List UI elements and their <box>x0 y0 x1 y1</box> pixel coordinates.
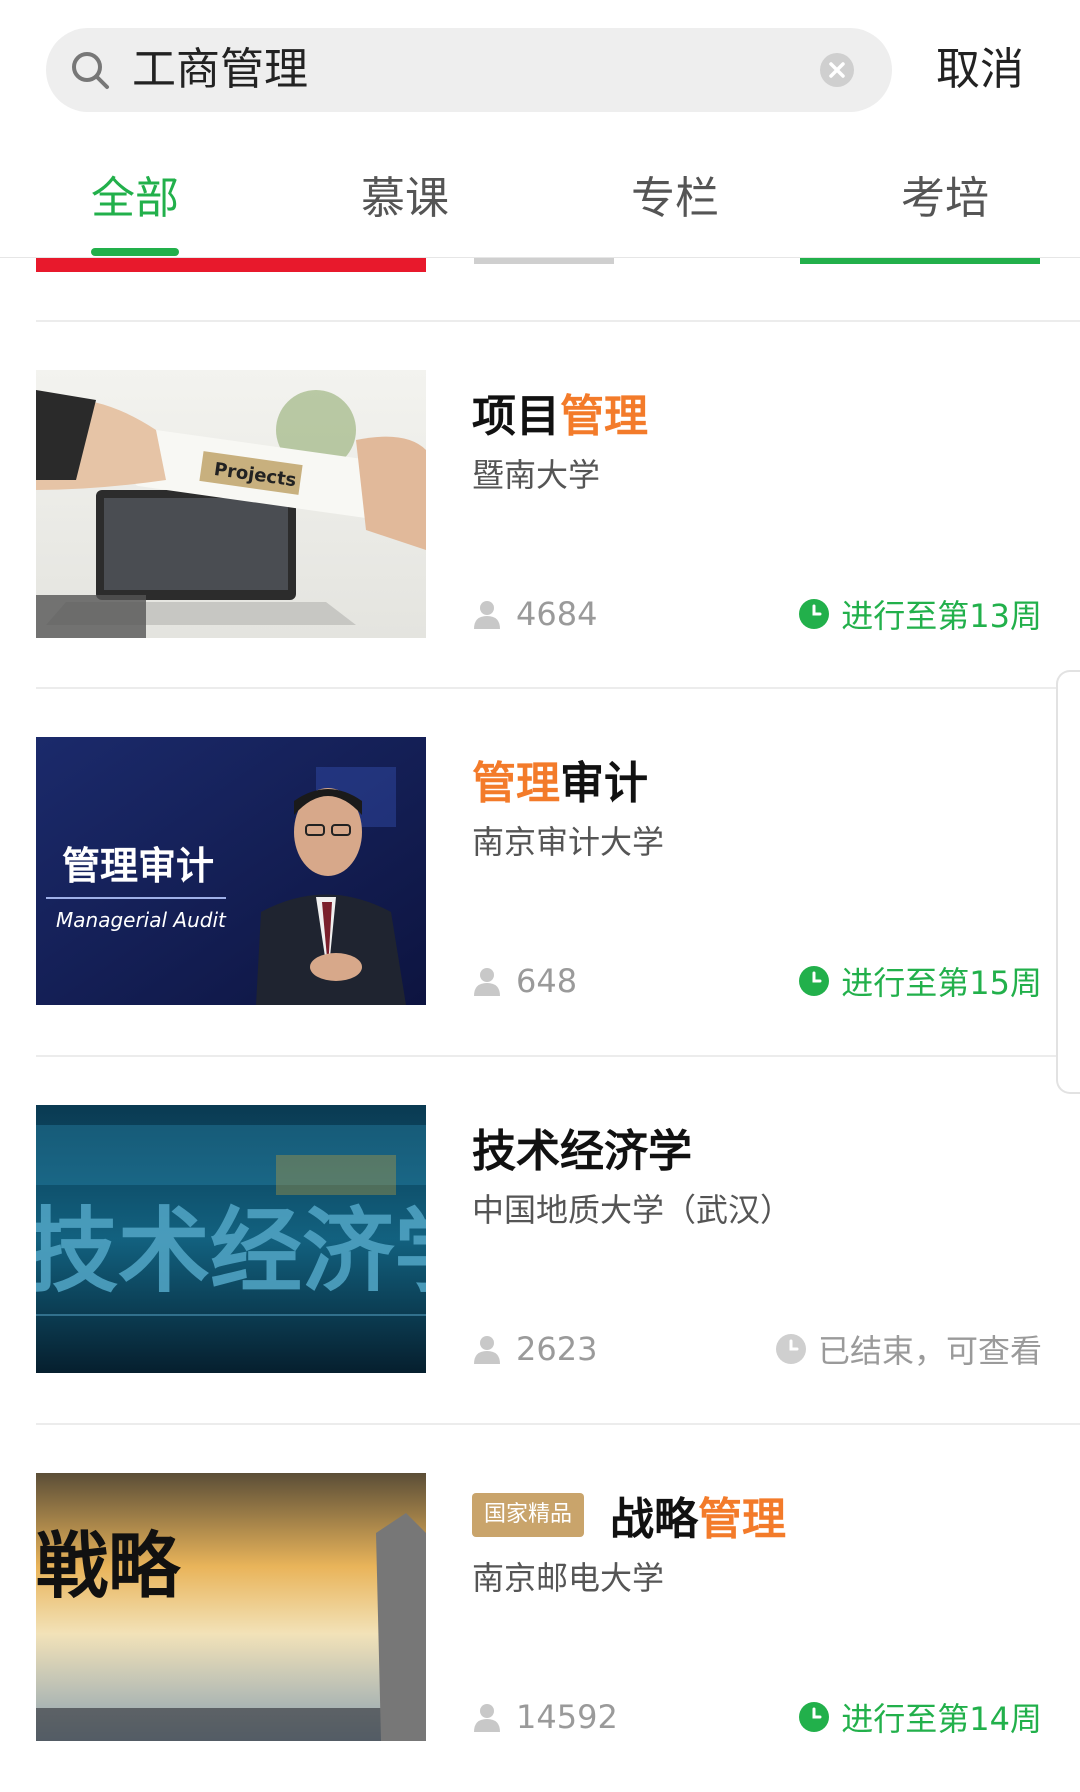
enrolled-count: 14592 <box>472 1697 618 1737</box>
course-thumbnail[interactable]: 戦略 <box>36 1473 426 1741</box>
course-title[interactable]: 国家精品 战略管理 <box>472 1485 786 1545</box>
thumb-title: 管理审计 <box>62 844 214 888</box>
tab-active-indicator <box>91 248 179 256</box>
clock-icon <box>775 1334 806 1364</box>
row-divider <box>36 1055 1080 1057</box>
row-divider <box>36 687 1080 689</box>
search-input[interactable]: 工商管理 <box>132 28 308 112</box>
national-quality-badge: 国家精品 <box>472 1493 585 1537</box>
status-text: 进行至第14周 <box>841 1700 1042 1738</box>
title-part: 技术经济学 <box>472 1126 692 1177</box>
status-text: 已结束，可查看 <box>817 1332 1042 1370</box>
tab-all[interactable]: 全部 <box>45 162 225 226</box>
enrolled-value: 2623 <box>516 1330 598 1368</box>
course-thumbnail[interactable]: 技术经济学 <box>36 1105 426 1373</box>
course-card[interactable]: 技术经济学 技术经济学 中国地质大学（武汉） 2623 已结束，可查看 <box>0 1105 1080 1373</box>
title-highlight: 管理 <box>698 1494 787 1545</box>
enrolled-count: 4684 <box>472 594 597 634</box>
course-meta-partial <box>470 258 1040 266</box>
course-card[interactable]: 管理审计 Managerial Audit 管理审计 南京审计大学 648 进行… <box>0 737 1080 1005</box>
enrolled-value: 14592 <box>516 1698 618 1736</box>
tab-bar: 全部 慕课 专栏 考培 <box>0 140 1080 258</box>
course-title[interactable]: 技术经济学 <box>472 1117 692 1177</box>
row-divider <box>36 1423 1080 1425</box>
title-part: 战略 <box>610 1494 699 1545</box>
person-icon <box>474 1336 500 1364</box>
enrolled-count: 648 <box>472 961 577 1001</box>
course-status: 已结束，可查看 <box>775 1329 1042 1370</box>
course-status: 进行至第15周 <box>799 961 1042 1002</box>
enrolled-value: 4684 <box>516 595 598 633</box>
thumb-title: 技术经济学 <box>36 1198 426 1305</box>
title-part: 审计 <box>560 758 648 809</box>
clock-icon <box>799 966 830 996</box>
row-divider <box>36 320 1080 322</box>
person-icon <box>474 968 500 996</box>
tab-column[interactable]: 专栏 <box>585 162 765 226</box>
enrolled-count: 2623 <box>472 1329 597 1369</box>
title-part: 项目 <box>472 391 560 442</box>
thumb-calligraphy: 戦略 <box>36 1523 182 1608</box>
clear-icon[interactable] <box>820 53 854 87</box>
course-school: 南京审计大学 <box>472 823 665 861</box>
clock-icon <box>799 599 830 629</box>
tab-mooc[interactable]: 慕课 <box>315 162 495 226</box>
clock-icon <box>799 1702 830 1732</box>
course-title[interactable]: 项目管理 <box>472 382 648 442</box>
course-card[interactable]: Projects 项目管理 暨南大学 4684 进行至第13周 <box>0 370 1080 638</box>
title-highlight: 管理 <box>560 391 648 442</box>
course-school: 南京邮电大学 <box>472 1559 665 1597</box>
course-status: 进行至第13周 <box>799 594 1042 635</box>
search-bar[interactable]: 工商管理 <box>46 28 892 112</box>
course-card[interactable]: 戦略 国家精品 战略管理 南京邮电大学 14592 进行至第14周 <box>0 1473 1080 1741</box>
enrolled-value: 648 <box>516 962 578 1000</box>
course-status: 进行至第14周 <box>799 1697 1042 1738</box>
side-drawer-handle[interactable] <box>1056 670 1080 1094</box>
course-thumbnail-partial[interactable] <box>36 258 426 272</box>
course-thumbnail[interactable]: 管理审计 Managerial Audit <box>36 737 426 1005</box>
person-icon <box>474 1704 500 1732</box>
person-icon <box>474 601 500 629</box>
course-title[interactable]: 管理审计 <box>472 749 648 809</box>
course-school: 暨南大学 <box>472 456 601 494</box>
thumb-subtitle: Managerial Audit <box>56 908 227 932</box>
search-icon <box>72 52 109 89</box>
status-text: 进行至第13周 <box>841 597 1042 635</box>
title-highlight: 管理 <box>472 758 560 809</box>
status-text: 进行至第15周 <box>841 964 1042 1002</box>
course-school: 中国地质大学（武汉） <box>472 1191 793 1229</box>
cancel-button[interactable]: 取消 <box>936 28 1024 112</box>
tab-exam[interactable]: 考培 <box>855 162 1035 226</box>
course-thumbnail[interactable]: Projects <box>36 370 426 638</box>
